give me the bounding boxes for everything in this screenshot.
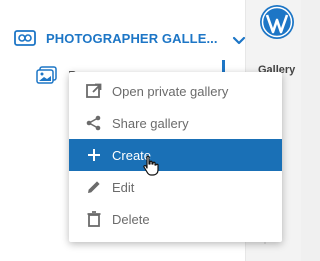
menu-item-label: Edit [112, 179, 135, 195]
menu-item-open-private-gallery[interactable]: Open private gallery [69, 75, 282, 107]
menu-item-label: Open private gallery [112, 83, 229, 99]
pencil-icon [85, 178, 103, 196]
open-external-icon [85, 82, 103, 100]
menu-item-label: Delete [112, 211, 150, 227]
wordpress-logo-icon [259, 4, 295, 40]
hand-cursor-icon [142, 155, 160, 177]
menu-item-label: Share gallery [112, 115, 189, 131]
gallery-selector[interactable]: PHOTOGRAPHER GALLE... [14, 30, 246, 46]
photo-album-icon [36, 66, 58, 84]
menu-item-delete[interactable]: Delete [69, 203, 282, 235]
chevron-down-icon[interactable] [232, 33, 246, 45]
context-menu: Open private gallery Share gallery Creat… [69, 72, 282, 242]
gallery-icon [14, 30, 36, 46]
trash-icon [85, 210, 103, 228]
menu-item-create[interactable]: Create [69, 139, 282, 171]
plus-icon [85, 146, 103, 164]
menu-item-share-gallery[interactable]: Share gallery [69, 107, 282, 139]
gallery-title: PHOTOGRAPHER GALLE... [46, 30, 218, 46]
share-icon [85, 114, 103, 132]
menu-item-edit[interactable]: Edit [69, 171, 282, 203]
